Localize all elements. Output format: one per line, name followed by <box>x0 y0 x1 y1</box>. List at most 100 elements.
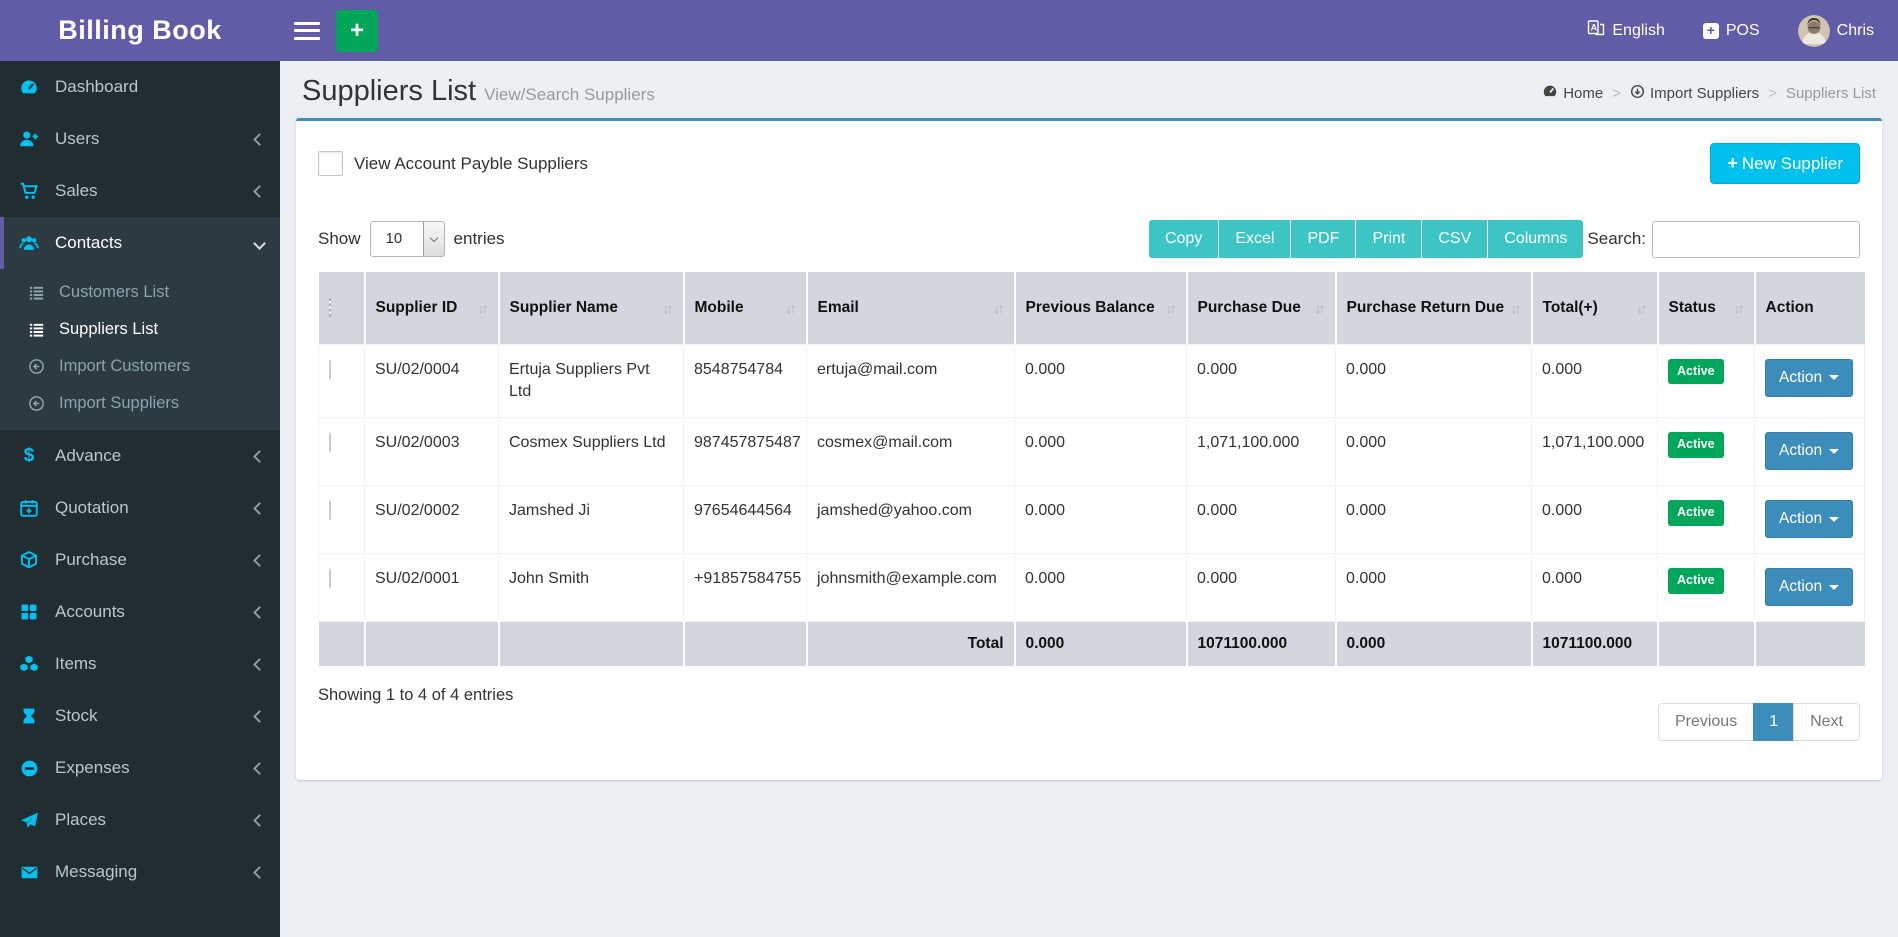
action-dropdown-button[interactable]: Action <box>1765 432 1854 471</box>
cell-supplier-name: Cosmex Suppliers Ltd <box>498 417 684 487</box>
page-length-select[interactable]: 10 <box>369 221 445 257</box>
cubes-icon <box>18 654 40 674</box>
pagination-next[interactable]: Next <box>1793 703 1860 742</box>
copy-button[interactable]: Copy <box>1148 220 1220 258</box>
pos-menu[interactable]: + POS <box>1702 22 1760 40</box>
sidebar-item-label: Sales <box>55 181 98 200</box>
page-length-value: 10 <box>385 230 403 247</box>
dashboard-icon <box>18 77 40 97</box>
sidebar-item-import-customers[interactable]: Import Customers <box>0 348 280 385</box>
sidebar-toggle-icon[interactable] <box>294 21 320 40</box>
search-input[interactable] <box>1652 220 1860 258</box>
col-purchase-due[interactable]: Purchase Due ↓↑ <box>1186 272 1337 344</box>
sidebar-item-purchase[interactable]: Purchase <box>0 534 280 586</box>
col-supplier-id[interactable]: Supplier ID ↓↑ <box>364 272 500 344</box>
excel-button[interactable]: Excel <box>1219 220 1292 258</box>
payble-suppliers-checkbox[interactable] <box>318 151 343 176</box>
table-row: SU/02/0002 Jamshed Ji 97654644564 jamshe… <box>318 485 1865 555</box>
print-button[interactable]: Print <box>1356 220 1423 258</box>
sort-icon: ↓↑ <box>1510 299 1522 316</box>
sidebar-item-expenses[interactable]: Expenses <box>0 742 280 794</box>
pagination: Previous 1 Next <box>1657 703 1860 742</box>
chevron-left-icon <box>253 709 266 723</box>
navbar: + A English + POS Chris <box>280 0 1898 61</box>
csv-button[interactable]: CSV <box>1422 220 1489 258</box>
cell-email: ertuja@mail.com <box>806 343 1015 419</box>
pdf-button[interactable]: PDF <box>1291 220 1357 258</box>
sidebar-item-accounts[interactable]: Accounts <box>0 586 280 638</box>
sort-icon: ↓↑ <box>993 299 1005 316</box>
cube-icon <box>18 550 40 570</box>
sidebar-item-label: Accounts <box>55 602 125 621</box>
sidebar-item-quotation[interactable]: Quotation <box>0 482 280 534</box>
pagination-previous[interactable]: Previous <box>1657 703 1755 742</box>
new-supplier-button[interactable]: + New Supplier <box>1710 143 1860 184</box>
top-navbar: Billing Book + A English + POS Chris <box>0 0 1898 61</box>
suppliers-box: View Account Payble Suppliers + New Supp… <box>296 118 1882 780</box>
caret-down-icon <box>1829 516 1840 522</box>
cart-icon <box>18 181 40 201</box>
list-icon <box>26 284 46 301</box>
chevron-left-icon <box>253 132 266 146</box>
action-dropdown-button[interactable]: Action <box>1765 500 1854 539</box>
plus-square-icon: + <box>1702 22 1719 39</box>
row-checkbox[interactable] <box>329 433 331 453</box>
sort-icon: ↓↑ <box>1636 299 1648 316</box>
col-mobile[interactable]: Mobile ↓↑ <box>683 272 808 344</box>
sidebar-item-suppliers-list[interactable]: Suppliers List <box>0 311 280 348</box>
cell-purchase-return-due: 0.000 <box>1335 417 1532 487</box>
select-all-checkbox[interactable] <box>328 297 331 317</box>
status-badge: Active <box>1668 568 1724 594</box>
select-arrow-icon <box>422 222 444 256</box>
cell-mobile: 97654644564 <box>683 485 807 555</box>
action-dropdown-button[interactable]: Action <box>1765 568 1854 607</box>
user-menu[interactable]: Chris <box>1797 14 1874 47</box>
brand-title: Billing Book <box>58 15 222 45</box>
entries-label: entries <box>453 229 505 248</box>
sidebar-item-sales[interactable]: Sales <box>0 165 280 217</box>
sidebar-item-items[interactable]: Items <box>0 638 280 690</box>
table-row: SU/02/0004 Ertuja Suppliers Pvt Ltd 8548… <box>318 343 1865 419</box>
col-previous-balance[interactable]: Previous Balance ↓↑ <box>1014 272 1188 344</box>
sort-icon: ↓↑ <box>785 299 797 316</box>
sidebar-item-messaging[interactable]: Messaging <box>0 846 280 898</box>
row-checkbox[interactable] <box>329 569 331 589</box>
sidebar-item-label: Purchase <box>55 550 127 569</box>
chevron-left-icon <box>253 184 266 198</box>
brand-logo[interactable]: Billing Book <box>0 0 280 61</box>
row-checkbox[interactable] <box>329 359 331 379</box>
sidebar-item-customers-list[interactable]: Customers List <box>0 274 280 311</box>
table-header-row: Supplier ID ↓↑ Supplier Name ↓↑ Mobile ↓↑ E… <box>318 272 1865 344</box>
language-menu[interactable]: A English <box>1587 19 1665 42</box>
entries-summary: Showing 1 to 4 of 4 entries <box>318 686 514 705</box>
sidebar-item-contacts[interactable]: Contacts <box>0 217 280 269</box>
action-dropdown-button[interactable]: Action <box>1765 358 1854 397</box>
cell-total: 0.000 <box>1531 485 1658 555</box>
sidebar-item-label: Users <box>55 129 100 148</box>
row-checkbox[interactable] <box>329 501 331 521</box>
chevron-left-icon <box>253 761 266 775</box>
col-supplier-name[interactable]: Supplier Name ↓↑ <box>498 272 685 344</box>
columns-button[interactable]: Columns <box>1488 220 1584 258</box>
sidebar-item-advance[interactable]: $ Advance <box>0 430 280 482</box>
cell-purchase-due: 0.000 <box>1186 485 1336 555</box>
sidebar-item-places[interactable]: Places <box>0 794 280 846</box>
sort-icon: ↓↑ <box>1733 299 1745 316</box>
quick-add-button[interactable]: + <box>336 9 378 52</box>
col-status[interactable]: Status ↓↑ <box>1657 272 1756 344</box>
suppliers-table: Supplier ID ↓↑ Supplier Name ↓↑ Mobile ↓↑ E… <box>318 272 1865 667</box>
payble-suppliers-toggle[interactable]: View Account Payble Suppliers <box>318 151 588 176</box>
main-content: Suppliers List View/Search Suppliers Home… <box>280 61 1898 937</box>
sidebar-item-import-suppliers[interactable]: Import Suppliers <box>0 385 280 422</box>
sidebar-item-stock[interactable]: Stock <box>0 690 280 742</box>
sidebar-item-dashboard[interactable]: Dashboard <box>0 61 280 113</box>
breadcrumb-import-suppliers[interactable]: Import Suppliers <box>1630 84 1759 103</box>
col-email[interactable]: Email ↓↑ <box>806 272 1016 344</box>
col-total[interactable]: Total(+) ↓↑ <box>1531 272 1659 344</box>
sidebar-item-users[interactable]: Users <box>0 113 280 165</box>
col-purchase-return-due[interactable]: Purchase Return Due ↓↑ <box>1335 272 1533 344</box>
pagination-page-1[interactable]: 1 <box>1753 703 1795 742</box>
cell-previous-balance: 0.000 <box>1014 485 1187 555</box>
chevron-left-icon <box>253 605 266 619</box>
breadcrumb-home[interactable]: Home <box>1542 83 1603 103</box>
